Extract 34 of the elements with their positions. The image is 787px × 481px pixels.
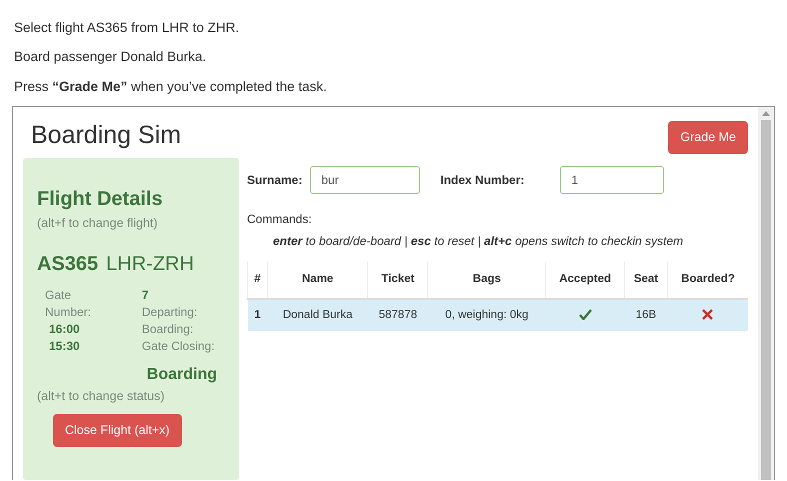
table-cell: 0, weighing: 0kg xyxy=(428,298,546,331)
commands-label: Commands: xyxy=(247,211,313,228)
field-label: Surname: xyxy=(247,172,302,190)
flight-code: AS365 xyxy=(37,252,98,277)
field-label: Index Number: xyxy=(440,172,524,190)
table-cell: 587878 xyxy=(368,298,428,331)
flight-value: 15:30 xyxy=(49,338,81,355)
scrollbar-thumb[interactable] xyxy=(761,120,771,480)
table-cell: 16B xyxy=(624,298,668,331)
commands-text: enter to board/de-board | esc to reset | alt+c opens switch to checkin system xyxy=(273,233,684,250)
surname-field[interactable]: bur xyxy=(310,166,420,194)
flight-status: Boarding xyxy=(146,365,217,385)
instruction-text: Select flight AS365 from LHR to ZHR. xyxy=(14,19,240,37)
hint-text: (alt+f to change flight) xyxy=(37,215,159,232)
scroll-up-icon[interactable] xyxy=(762,110,770,116)
flight-label: Boarding: xyxy=(142,321,194,338)
instruction-text: Press “Grade Me” when you’ve completed the task. xyxy=(14,78,328,96)
app-title: Boarding Sim xyxy=(31,120,182,151)
grade-me-button[interactable]: Grade Me xyxy=(668,120,748,154)
close-flight-button[interactable]: Close Flight (alt+x) xyxy=(53,414,182,446)
flight-label: Gate Closing: xyxy=(142,338,216,355)
flight-value: 16:00 xyxy=(49,321,81,338)
table-cell: 1 xyxy=(248,298,268,331)
flight-label: Departing: xyxy=(142,304,198,321)
scrollbar[interactable] xyxy=(758,106,774,480)
flight-route: LHR-ZRH xyxy=(106,252,194,277)
hint-text: (alt+t to change status) xyxy=(37,388,166,405)
flight-value: 7 xyxy=(142,287,150,304)
instruction-text: Board passenger Donald Burka. xyxy=(14,48,208,66)
index-number-field[interactable]: 1 xyxy=(560,166,664,194)
flight-label: Gate Number: xyxy=(45,287,92,321)
table-row[interactable]: 1 Donald Burka 587878 0, weighing: 0kg 16B xyxy=(248,298,748,331)
panel-heading: Flight Details xyxy=(37,187,164,212)
table-cell: Donald Burka xyxy=(267,298,368,331)
